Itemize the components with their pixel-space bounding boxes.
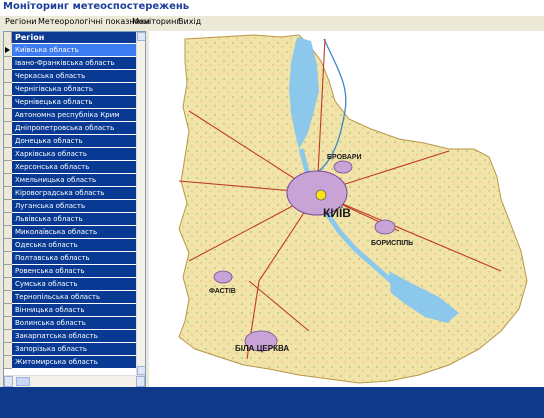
region-map[interactable]: КИЇВ БІЛА ЦЕРКВА БОРИСПІЛЬ БРОВАРИ ФАСТІ… bbox=[149, 31, 544, 387]
scroll-down-button[interactable] bbox=[137, 366, 145, 375]
horizontal-scroll-thumb[interactable] bbox=[16, 377, 30, 386]
regions-column-header[interactable]: Регіон bbox=[12, 32, 136, 44]
region-row[interactable]: Донецька область bbox=[12, 135, 136, 148]
region-row[interactable]: Черкаська область bbox=[12, 70, 136, 83]
region-row[interactable]: Херсонська область bbox=[12, 161, 136, 174]
region-row[interactable]: Волинська область bbox=[12, 317, 136, 330]
row-indicator[interactable] bbox=[4, 109, 12, 122]
region-row[interactable]: Одеська область bbox=[12, 239, 136, 252]
status-bar bbox=[0, 387, 544, 418]
row-indicator[interactable] bbox=[4, 57, 12, 70]
header-indicator bbox=[4, 32, 12, 44]
menu-bar: Регіони Метеорологічні показники Монітор… bbox=[0, 16, 544, 30]
row-indicator[interactable] bbox=[4, 122, 12, 135]
row-indicator[interactable] bbox=[4, 70, 12, 83]
menu-monitoring[interactable]: Моніторинг bbox=[132, 17, 181, 26]
row-indicator[interactable] bbox=[4, 174, 12, 187]
row-indicator[interactable] bbox=[4, 317, 12, 330]
row-indicator[interactable] bbox=[4, 304, 12, 317]
boryspil-area bbox=[374, 219, 396, 235]
row-indicator[interactable] bbox=[4, 96, 12, 109]
region-row[interactable]: Харківська область bbox=[12, 148, 136, 161]
menu-regions[interactable]: Регіони bbox=[5, 17, 37, 26]
region-row[interactable]: Чернігівська область bbox=[12, 83, 136, 96]
row-indicator[interactable] bbox=[4, 83, 12, 96]
region-row[interactable]: Чернівецька область bbox=[12, 96, 136, 109]
city-label-brovary: БРОВАРИ bbox=[327, 154, 362, 161]
row-indicator[interactable] bbox=[4, 291, 12, 304]
row-indicator[interactable] bbox=[4, 265, 12, 278]
region-row[interactable]: Миколаївська область bbox=[12, 226, 136, 239]
row-indicator[interactable] bbox=[4, 252, 12, 265]
row-indicator[interactable] bbox=[4, 330, 12, 343]
row-indicator[interactable] bbox=[4, 200, 12, 213]
region-row[interactable]: Луганська область bbox=[12, 200, 136, 213]
window-title: Моніторинг метеоспостережень bbox=[3, 1, 190, 12]
row-indicator[interactable] bbox=[4, 226, 12, 239]
region-row[interactable]: Полтавська область bbox=[12, 252, 136, 265]
scroll-up-button[interactable] bbox=[137, 32, 145, 41]
city-label-kyiv: КИЇВ bbox=[323, 205, 351, 220]
title-bar: Моніторинг метеоспостережень bbox=[0, 0, 544, 17]
region-row[interactable]: Дніпропетровська область bbox=[12, 122, 136, 135]
region-row[interactable]: Ровенська область bbox=[12, 265, 136, 278]
scroll-right-button[interactable] bbox=[136, 376, 145, 387]
scroll-left-button[interactable] bbox=[4, 376, 13, 387]
region-row[interactable]: Запорізька область bbox=[12, 343, 136, 356]
region-row[interactable]: Івано-Франківська область bbox=[12, 57, 136, 70]
kyiv-marker[interactable] bbox=[315, 189, 327, 201]
current-row-pointer-icon bbox=[5, 47, 10, 53]
region-row[interactable]: Кіровоградська область bbox=[12, 187, 136, 200]
row-indicator[interactable] bbox=[4, 239, 12, 252]
row-indicator[interactable] bbox=[4, 44, 12, 57]
region-row[interactable]: Сумська область bbox=[12, 278, 136, 291]
city-label-boryspil: БОРИСПІЛЬ bbox=[371, 240, 413, 247]
city-label-bila-tserkva: БІЛА ЦЕРКВА bbox=[235, 344, 289, 353]
fastiv-area bbox=[213, 270, 233, 284]
row-indicator[interactable] bbox=[4, 343, 12, 356]
row-indicator[interactable] bbox=[4, 356, 12, 369]
row-indicator[interactable] bbox=[4, 278, 12, 291]
horizontal-scrollbar[interactable] bbox=[4, 375, 145, 387]
region-row[interactable]: Хмельницька область bbox=[12, 174, 136, 187]
menu-exit[interactable]: Вихід bbox=[178, 17, 201, 26]
row-indicator[interactable] bbox=[4, 148, 12, 161]
row-indicator[interactable] bbox=[4, 187, 12, 200]
row-indicator[interactable] bbox=[4, 135, 12, 148]
region-row[interactable]: Львівська область bbox=[12, 213, 136, 226]
region-row[interactable]: Київська область bbox=[12, 44, 136, 57]
regions-grid: Регіон Київська область Івано-Франківська… bbox=[4, 32, 145, 375]
region-row[interactable]: Вінницька область bbox=[12, 304, 136, 317]
city-label-fastiv: ФАСТІВ bbox=[209, 288, 236, 295]
regions-panel: Регіон Київська область Івано-Франківська… bbox=[3, 31, 146, 387]
region-row[interactable]: Тернопільська область bbox=[12, 291, 136, 304]
brovary-area bbox=[333, 160, 353, 174]
region-row[interactable]: Закарпатська область bbox=[12, 330, 136, 343]
row-indicator[interactable] bbox=[4, 161, 12, 174]
vertical-scrollbar[interactable] bbox=[136, 32, 145, 375]
kyiv-oblast-map: КИЇВ БІЛА ЦЕРКВА БОРИСПІЛЬ БРОВАРИ ФАСТІ… bbox=[149, 31, 544, 387]
region-row[interactable]: Автономна республіка Крим bbox=[12, 109, 136, 122]
row-indicator[interactable] bbox=[4, 213, 12, 226]
region-row[interactable]: Житомирська область bbox=[12, 356, 136, 369]
